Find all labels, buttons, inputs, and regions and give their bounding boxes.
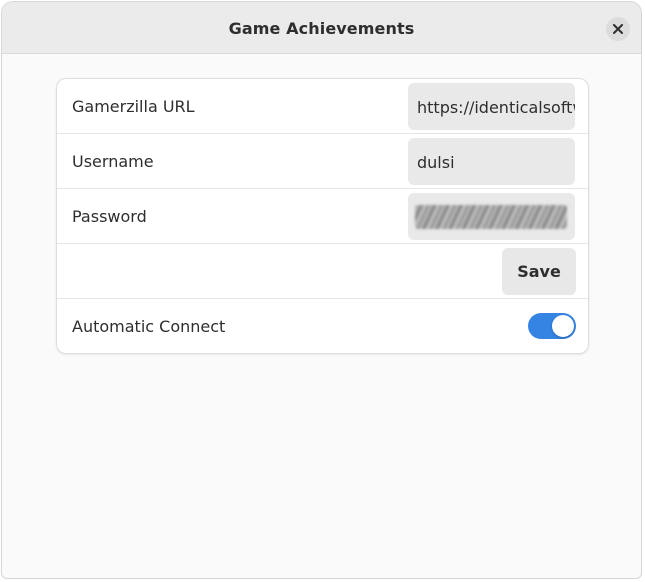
username-label: Username xyxy=(72,152,154,171)
dialog-window: Game Achievements Gamerzilla URL https:/… xyxy=(1,1,642,579)
automatic-connect-label: Automatic Connect xyxy=(72,317,226,336)
row-username: Username dulsi xyxy=(57,134,588,189)
row-save: Save xyxy=(57,244,588,299)
close-icon xyxy=(613,24,623,34)
row-automatic-connect: Automatic Connect xyxy=(57,299,588,353)
gamerzilla-url-value: https://identicalsoftware.com/gamerzilla… xyxy=(417,98,575,117)
close-button[interactable] xyxy=(606,17,630,41)
row-password: Password xyxy=(57,189,588,244)
automatic-connect-switch[interactable] xyxy=(528,313,576,339)
password-label: Password xyxy=(72,207,147,226)
password-obscured-value xyxy=(415,205,567,229)
password-field[interactable] xyxy=(408,193,575,240)
save-button[interactable]: Save xyxy=(502,248,576,295)
switch-knob xyxy=(552,315,574,337)
gamerzilla-url-label: Gamerzilla URL xyxy=(72,97,195,116)
username-field[interactable]: dulsi xyxy=(408,138,575,185)
settings-list: Gamerzilla URL https://identicalsoftware… xyxy=(56,78,589,354)
gamerzilla-url-field[interactable]: https://identicalsoftware.com/gamerzilla… xyxy=(408,83,575,130)
headerbar: Game Achievements xyxy=(2,2,641,54)
window-title: Game Achievements xyxy=(228,19,415,38)
row-gamerzilla-url: Gamerzilla URL https://identicalsoftware… xyxy=(57,79,588,134)
username-value: dulsi xyxy=(417,153,455,172)
